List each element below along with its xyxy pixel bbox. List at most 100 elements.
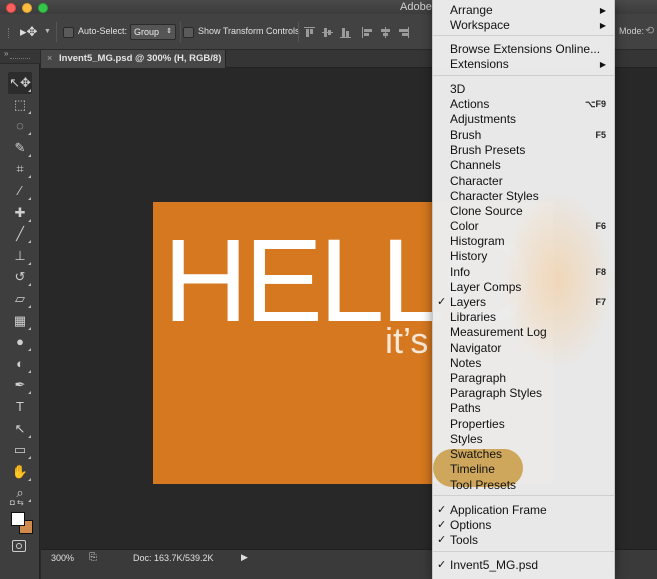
menu-separator — [433, 35, 614, 36]
3d-orbit-icon[interactable]: ⟲ — [645, 24, 654, 37]
tools-panel-header[interactable]: » — [0, 49, 40, 64]
quick-mask-icon[interactable] — [12, 540, 26, 552]
chevron-down-icon[interactable]: ▼ — [44, 28, 51, 35]
status-menu-arrow-icon[interactable]: ▶ — [241, 552, 248, 563]
menu-item-label: Adjustments — [450, 112, 517, 126]
panel-grip[interactable] — [10, 58, 30, 59]
tool-group-indicator-icon — [28, 110, 31, 114]
tool-group-indicator-icon — [28, 348, 31, 352]
healing-brush-tool-icon[interactable]: ✚ — [8, 202, 32, 224]
close-window-button[interactable] — [6, 3, 16, 13]
blur-tool-icon[interactable]: ● — [8, 331, 32, 353]
gradient-tool-icon[interactable]: ▦ — [8, 310, 32, 332]
menu-item-styles[interactable]: Styles — [433, 432, 614, 447]
menu-item-properties[interactable]: Properties — [433, 417, 614, 432]
menu-item-layer-comps[interactable]: Layer Comps — [433, 280, 614, 295]
checkmark-icon: ✓ — [437, 534, 447, 546]
menu-item-shortcut: F5 — [595, 130, 606, 140]
menu-item-timeline[interactable]: Timeline — [433, 462, 614, 477]
lasso-tool-icon[interactable]: ◌ — [8, 115, 32, 137]
eraser-tool-icon[interactable]: ▱ — [8, 288, 32, 310]
align-horizontal-centers-icon[interactable] — [380, 27, 391, 38]
tool-group-indicator-icon — [28, 175, 31, 179]
zoom-window-button[interactable] — [38, 3, 48, 13]
move-tool-icon[interactable]: ↖✥ — [8, 72, 32, 94]
menu-item-tool-presets[interactable]: Tool Presets — [433, 478, 614, 493]
dodge-tool-icon[interactable]: ◐ — [8, 353, 32, 375]
clone-stamp-tool-icon[interactable]: ⊥ — [8, 245, 32, 267]
swap-colors-icon[interactable]: ◘ ⇆ — [10, 498, 24, 507]
menu-item-label: Tool Presets — [450, 478, 517, 492]
quick-selection-tool-icon[interactable]: ✎ — [8, 137, 32, 159]
options-bar-grip[interactable] — [8, 28, 10, 38]
menu-item-character[interactable]: Character — [433, 174, 614, 189]
menu-item-3d[interactable]: 3D — [433, 82, 614, 97]
menu-item-workspace[interactable]: Workspace ▶ — [433, 18, 614, 33]
menu-item-label: Styles — [450, 432, 483, 446]
menu-item-info[interactable]: Info F8 — [433, 265, 614, 280]
menu-item-navigator[interactable]: Navigator — [433, 341, 614, 356]
menu-item-application-frame[interactable]: ✓ Application Frame — [433, 503, 614, 518]
move-tool-preset-icon[interactable]: ▸✥ — [20, 24, 37, 40]
show-transform-controls-checkbox[interactable] — [183, 27, 194, 38]
options-separator — [298, 22, 299, 42]
document-tab[interactable]: × Invent5_MG.psd @ 300% (H, RGB/8) — [41, 50, 226, 68]
auto-select-checkbox[interactable] — [63, 27, 74, 38]
menu-item-label: Measurement Log — [450, 325, 547, 339]
auto-select-dropdown[interactable]: Group ⇕ — [130, 24, 176, 40]
path-selection-tool-icon[interactable]: ↖ — [8, 418, 32, 440]
menu-item-swatches[interactable]: Swatches — [433, 447, 614, 462]
menu-item-arrange[interactable]: Arrange ▶ — [433, 3, 614, 18]
menu-item-notes[interactable]: Notes — [433, 356, 614, 371]
pen-tool-icon[interactable]: ✒ — [8, 374, 32, 396]
hand-tool-icon[interactable]: ✋ — [8, 461, 32, 483]
menu-item-paragraph[interactable]: Paragraph — [433, 371, 614, 386]
brush-tool-icon[interactable]: ╱ — [8, 223, 32, 245]
menu-item-tools[interactable]: ✓ Tools — [433, 533, 614, 548]
menu-item-color[interactable]: Color F6 — [433, 219, 614, 234]
menu-item-character-styles[interactable]: Character Styles — [433, 189, 614, 204]
menu-item-libraries[interactable]: Libraries — [433, 310, 614, 325]
menu-item-brush[interactable]: Brush F5 — [433, 128, 614, 143]
submenu-arrow-icon: ▶ — [599, 21, 606, 30]
zoom-level[interactable]: 300% — [51, 553, 74, 563]
minimize-window-button[interactable] — [22, 3, 32, 13]
menu-item-adjustments[interactable]: Adjustments — [433, 112, 614, 127]
marquee-tool-icon[interactable]: ⬚ — [8, 94, 32, 116]
align-right-edges-icon[interactable] — [398, 27, 409, 38]
menu-item-clone-source[interactable]: Clone Source — [433, 204, 614, 219]
menu-item-extensions[interactable]: Extensions ▶ — [433, 57, 614, 72]
menu-item-label: Brush — [450, 128, 482, 142]
crop-tool-icon[interactable]: ⌗ — [8, 158, 32, 180]
menu-item-options[interactable]: ✓ Options — [433, 518, 614, 533]
align-vertical-centers-icon[interactable] — [322, 27, 333, 38]
menu-item-measurement-log[interactable]: Measurement Log — [433, 325, 614, 340]
menu-item-label: Invent5_MG.psd — [450, 558, 539, 572]
foreground-color-swatch[interactable] — [11, 512, 25, 526]
menu-item-history[interactable]: History — [433, 249, 614, 264]
share-icon[interactable]: ⎘ — [89, 552, 97, 563]
type-tool-icon[interactable]: T — [8, 396, 32, 418]
menu-item-invent5-mg-psd[interactable]: ✓ Invent5_MG.psd — [433, 558, 614, 573]
auto-select-label: Auto-Select: — [78, 26, 128, 36]
menu-item-label: Info — [450, 265, 471, 279]
menu-item-label: Swatches — [450, 447, 503, 461]
menu-item-shortcut: F8 — [595, 267, 606, 277]
menu-item-browse-extensions-online[interactable]: Browse Extensions Online... — [433, 42, 614, 57]
expand-panel-icon[interactable]: » — [4, 49, 8, 58]
close-tab-icon[interactable]: × — [47, 53, 52, 63]
align-top-edges-icon[interactable] — [304, 27, 315, 38]
shape-tool-icon[interactable]: ▭ — [8, 439, 32, 461]
menu-item-layers[interactable]: ✓ Layers F7 — [433, 295, 614, 310]
menu-item-actions[interactable]: Actions ⌥F9 — [433, 97, 614, 112]
menu-item-histogram[interactable]: Histogram — [433, 234, 614, 249]
menu-item-paths[interactable]: Paths — [433, 401, 614, 416]
history-brush-tool-icon[interactable]: ↺ — [8, 266, 32, 288]
menu-item-brush-presets[interactable]: Brush Presets — [433, 143, 614, 158]
menu-item-channels[interactable]: Channels — [433, 158, 614, 173]
menu-item-label: Libraries — [450, 310, 497, 324]
align-bottom-edges-icon[interactable] — [340, 27, 351, 38]
menu-item-paragraph-styles[interactable]: Paragraph Styles — [433, 386, 614, 401]
align-left-edges-icon[interactable] — [362, 27, 373, 38]
eyedropper-tool-icon[interactable]: ⁄ — [8, 180, 32, 202]
